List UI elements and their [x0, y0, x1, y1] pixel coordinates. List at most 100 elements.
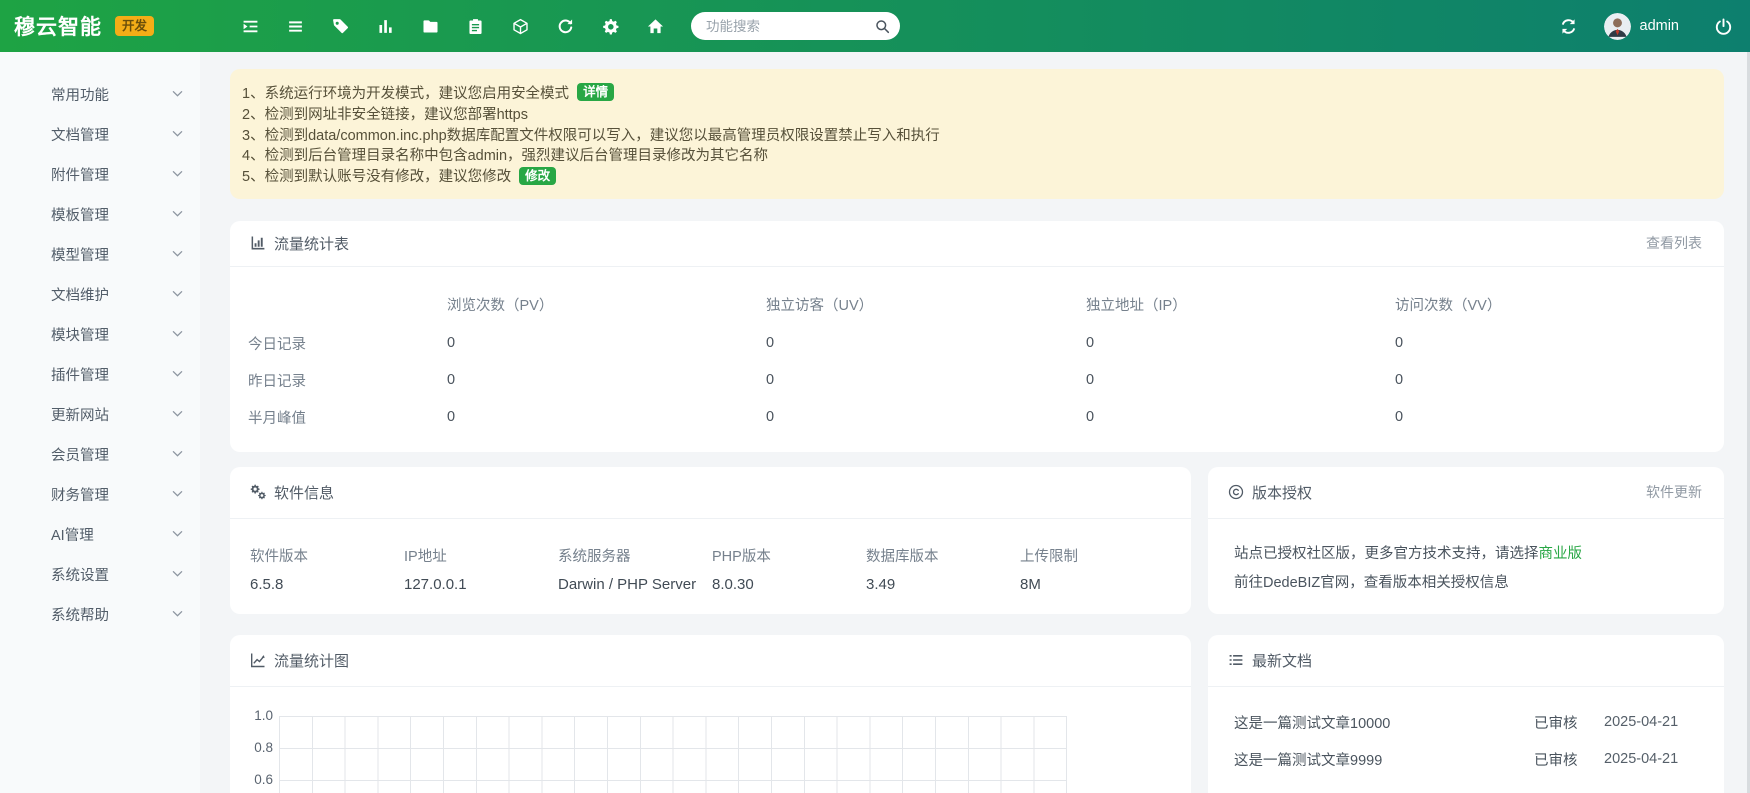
- row-label: 半月峰值: [230, 399, 447, 436]
- doc-date: 2025-04-21: [1604, 714, 1724, 730]
- logo[interactable]: 穆云智能: [14, 11, 102, 41]
- field-label: PHP版本: [712, 545, 866, 566]
- card-header: 软件信息: [230, 467, 1191, 519]
- search-input[interactable]: [704, 18, 875, 35]
- sync-icon[interactable]: [1560, 18, 1577, 35]
- sidebar-item[interactable]: 附件管理: [0, 154, 200, 194]
- notice-text: 4、检测到后台管理目录名称中包含admin，强烈建议后台管理目录修改为其它名称: [242, 144, 768, 165]
- chevron-down-icon: [172, 90, 183, 98]
- card-header: 版本授权 软件更新: [1208, 467, 1724, 519]
- : [18, 285, 36, 303]
- chevron-down-icon: [172, 330, 183, 338]
- software-update-link[interactable]: 软件更新: [1646, 482, 1702, 502]
- cell-ip: 0: [1086, 362, 1395, 399]
- field-value: 8M: [1020, 576, 1174, 593]
- notice-text: 3、检测到data/common.inc.php数据库配置文件权限可以写入，建议…: [242, 124, 940, 145]
- notice-text: 5、检测到默认账号没有修改，建议您修改: [242, 165, 511, 186]
- copyright-icon: [1228, 484, 1244, 500]
- notice-action-badge[interactable]: 详情: [577, 83, 614, 101]
- sidebar-item[interactable]: 更新网站: [0, 394, 200, 434]
- traffic-chart: 1.0 0.8 0.6: [230, 716, 1191, 793]
- sidebar-item-label: 更新网站: [51, 404, 172, 425]
- sidebar-item[interactable]: 财务管理: [0, 474, 200, 514]
- card-header: 最新文档: [1208, 635, 1724, 687]
- home-icon[interactable]: [647, 18, 664, 35]
- chevron-down-icon: [172, 170, 183, 178]
- folder-icon[interactable]: [422, 18, 439, 35]
- view-list-link[interactable]: 查看列表: [1646, 233, 1702, 253]
- field-label: IP地址: [404, 545, 558, 566]
- : [18, 565, 36, 583]
- doc-status: 已审核: [1534, 712, 1604, 733]
- sidebar-item-label: 模块管理: [51, 324, 172, 345]
- sidebar-item-label: 附件管理: [51, 164, 172, 185]
- cell-vv: 0: [1395, 325, 1724, 362]
- doc-title-link[interactable]: 这是一篇测试文章9999: [1234, 749, 1534, 770]
- sidebar-item[interactable]: 模块管理: [0, 314, 200, 354]
- : [18, 525, 36, 543]
- sidebar-item[interactable]: 会员管理: [0, 434, 200, 474]
- doc-row: 这是一篇测试文章9999 已审核 2025-04-21: [1234, 741, 1724, 778]
- card-title: 最新文档: [1252, 650, 1312, 671]
- table-row: 半月峰值 0 0 0 0: [230, 399, 1724, 436]
- commercial-edition-link[interactable]: 商业版: [1539, 546, 1583, 562]
- license-text: 站点已授权社区版，更多官方技术支持，请选择: [1234, 546, 1539, 562]
- username[interactable]: admin: [1640, 18, 1680, 34]
- search-icon[interactable]: [875, 19, 890, 34]
- field-value: Darwin / PHP Server: [558, 576, 712, 593]
- chart-y-axis: 1.0 0.8 0.6: [251, 707, 279, 793]
- sidebar-item[interactable]: 模型管理: [0, 234, 200, 274]
- field-label: 上传限制: [1020, 545, 1174, 566]
- cell-pv: 0: [447, 399, 766, 436]
- avatar[interactable]: [1604, 13, 1631, 40]
- clipboard-icon[interactable]: [467, 18, 484, 35]
- sidebar-item-label: 系统设置: [51, 564, 172, 585]
- sidebar-item[interactable]: 插件管理: [0, 354, 200, 394]
- tag-icon[interactable]: [332, 18, 349, 35]
- search-box[interactable]: [691, 12, 900, 40]
- gear-icon[interactable]: [602, 18, 619, 35]
- traffic-stats-card: 流量统计表 查看列表 浏览次数（PV） 独立访客（UV） 独立地址（I: [230, 221, 1724, 452]
- : [18, 485, 36, 503]
- topbar-nav: [242, 18, 664, 35]
- cell-pv: 0: [447, 325, 766, 362]
- sidebar-item[interactable]: 文档维护: [0, 274, 200, 314]
- sidebar-item[interactable]: 系统帮助: [0, 594, 200, 634]
- sidebar-item[interactable]: 系统设置: [0, 554, 200, 594]
- outdent-icon[interactable]: [242, 18, 259, 35]
- license-line: 站点已授权社区版，更多官方技术支持，请选择商业版: [1234, 545, 1704, 563]
- doc-title-link[interactable]: 这是一篇测试文章10000: [1234, 712, 1534, 733]
- sidebar-item[interactable]: AI管理: [0, 514, 200, 554]
- cube-icon[interactable]: [512, 18, 529, 35]
- bar-chart-icon[interactable]: [377, 18, 394, 35]
- field-value: 6.5.8: [250, 576, 404, 593]
- table-row: 昨日记录 0 0 0 0: [230, 362, 1724, 399]
- : [18, 125, 36, 143]
- power-icon[interactable]: [1715, 18, 1732, 35]
- chevron-down-icon: [172, 130, 183, 138]
- notice-line: 4、检测到后台管理目录名称中包含admin，强烈建议后台管理目录修改为其它名称: [242, 144, 1708, 165]
- menu-icon[interactable]: [287, 18, 304, 35]
- sidebar-item[interactable]: 模板管理: [0, 194, 200, 234]
- row-label: 昨日记录: [230, 362, 447, 399]
- card-title: 软件信息: [274, 482, 334, 503]
- y-tick-label: 0.8: [251, 739, 273, 771]
- chevron-down-icon: [172, 570, 183, 578]
- chart-axis-icon: [250, 235, 266, 251]
- card-title: 流量统计表: [274, 233, 349, 254]
- : [18, 445, 36, 463]
- refresh-icon[interactable]: [557, 18, 574, 35]
- security-notice: 1、系统运行环境为开发模式，建议您启用安全模式 详情 2、检测到网址非安全链接，…: [230, 69, 1724, 199]
- env-badge: 开发: [115, 16, 154, 36]
- notice-line: 1、系统运行环境为开发模式，建议您启用安全模式 详情: [242, 82, 1708, 103]
- sidebar-item-label: 文档管理: [51, 124, 172, 145]
- notice-action-badge[interactable]: 修改: [519, 167, 556, 185]
- : [18, 405, 36, 423]
- : [18, 205, 36, 223]
- doc-status: 已审核: [1534, 749, 1604, 770]
- sidebar-item[interactable]: 文档管理: [0, 114, 200, 154]
- main-content: 1、系统运行环境为开发模式，建议您启用安全模式 详情 2、检测到网址非安全链接，…: [200, 52, 1750, 793]
- sidebar-item-label: AI管理: [51, 524, 172, 545]
- card-header: 流量统计图: [230, 635, 1191, 687]
- sidebar-item[interactable]: 常用功能: [0, 74, 200, 114]
